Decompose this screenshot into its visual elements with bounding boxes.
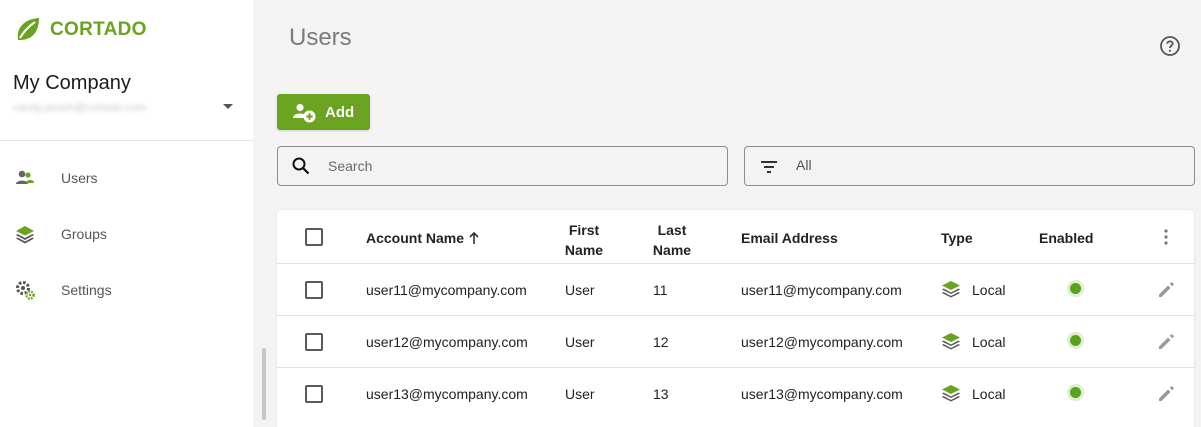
sidebar-item-groups[interactable]: Groups <box>0 214 253 254</box>
status-enabled-indicator <box>1070 283 1081 294</box>
column-header-enabled[interactable]: Enabled <box>1039 230 1093 246</box>
table-row[interactable]: user12@mycompany.com User 12 user12@myco… <box>277 316 1194 368</box>
account-name-cell: user11@mycompany.com <box>366 282 527 298</box>
users-table: Account Name First Name Last Name Email … <box>277 210 1194 427</box>
sidebar-item-label: Settings <box>61 282 112 298</box>
last-name-cell: 11 <box>653 282 668 298</box>
row-checkbox[interactable] <box>305 385 323 403</box>
sidebar-item-users[interactable]: Users <box>0 158 253 198</box>
row-checkbox[interactable] <box>305 281 323 299</box>
type-cell: Local <box>972 386 1006 402</box>
more-options-icon[interactable] <box>1163 228 1169 246</box>
layers-icon <box>942 385 960 402</box>
caret-down-icon[interactable] <box>223 104 233 109</box>
first-name-cell: User <box>565 334 595 350</box>
last-name-cell: 12 <box>653 334 669 350</box>
column-header-label: Last <box>657 222 687 238</box>
search-input[interactable] <box>328 156 708 176</box>
brand-name: CORTADO <box>50 19 147 40</box>
leaf-logo-icon <box>17 18 39 40</box>
column-header-type[interactable]: Type <box>941 230 973 246</box>
sidebar: CORTADO My Company candy.jaroch@cortado.… <box>0 0 253 427</box>
select-all-checkbox[interactable] <box>305 228 323 246</box>
gear-icon <box>14 279 36 301</box>
row-checkbox[interactable] <box>305 333 323 351</box>
table-header: Account Name First Name Last Name Email … <box>277 210 1194 264</box>
account-name-cell: user13@mycompany.com <box>366 386 528 402</box>
search-icon <box>292 157 310 175</box>
email-cell: user12@mycompany.com <box>741 334 903 350</box>
last-name-cell: 13 <box>653 386 669 402</box>
account-name-cell: user12@mycompany.com <box>366 334 528 350</box>
column-header-last-name[interactable]: Last Name <box>652 220 692 260</box>
table-row[interactable]: user13@mycompany.com User 13 user13@myco… <box>277 368 1194 427</box>
add-user-button[interactable]: Add <box>277 94 370 130</box>
column-header-email-address[interactable]: Email Address <box>741 230 838 246</box>
type-cell: Local <box>972 334 1006 350</box>
company-name: My Company <box>13 72 131 94</box>
filter-value: All <box>796 157 812 173</box>
edit-pencil-icon[interactable] <box>1157 281 1175 299</box>
column-header-account-name[interactable]: Account Name <box>366 230 480 246</box>
type-cell: Local <box>972 282 1006 298</box>
page-title: Users <box>289 24 352 51</box>
first-name-cell: User <box>565 386 595 402</box>
layers-icon <box>942 281 960 298</box>
layers-icon <box>14 223 36 245</box>
sidebar-item-label: Groups <box>61 226 107 242</box>
column-header-label: Account Name <box>366 230 465 246</box>
filter-icon <box>761 161 777 173</box>
column-header-label: First <box>568 222 600 238</box>
email-cell: user11@mycompany.com <box>741 282 902 298</box>
column-header-label: Name <box>564 242 604 258</box>
column-header-label: Name <box>652 242 692 258</box>
sidebar-divider <box>0 140 253 141</box>
brand-logo[interactable]: CORTADO <box>12 14 147 46</box>
search-field[interactable] <box>277 146 728 186</box>
sort-ascending-icon[interactable] <box>468 231 480 245</box>
help-icon[interactable] <box>1159 35 1181 57</box>
status-enabled-indicator <box>1070 387 1081 398</box>
table-row[interactable]: user11@mycompany.com User 11 user11@myco… <box>277 264 1194 316</box>
add-button-label: Add <box>325 103 355 121</box>
email-cell: user13@mycompany.com <box>741 386 903 402</box>
first-name-cell: User <box>565 282 595 298</box>
sidebar-item-label: Users <box>61 170 98 186</box>
status-enabled-indicator <box>1070 335 1081 346</box>
edit-pencil-icon[interactable] <box>1157 385 1175 403</box>
add-user-icon <box>293 103 316 123</box>
company-email: candy.jaroch@cortado.com <box>13 102 147 114</box>
filter-select[interactable]: All <box>744 146 1195 186</box>
column-header-first-name[interactable]: First Name <box>564 220 604 260</box>
edit-pencil-icon[interactable] <box>1157 333 1175 351</box>
users-icon <box>14 167 36 189</box>
layers-icon <box>942 333 960 350</box>
sidebar-item-settings[interactable]: Settings <box>0 270 253 310</box>
sidebar-scrollbar[interactable] <box>262 348 266 420</box>
